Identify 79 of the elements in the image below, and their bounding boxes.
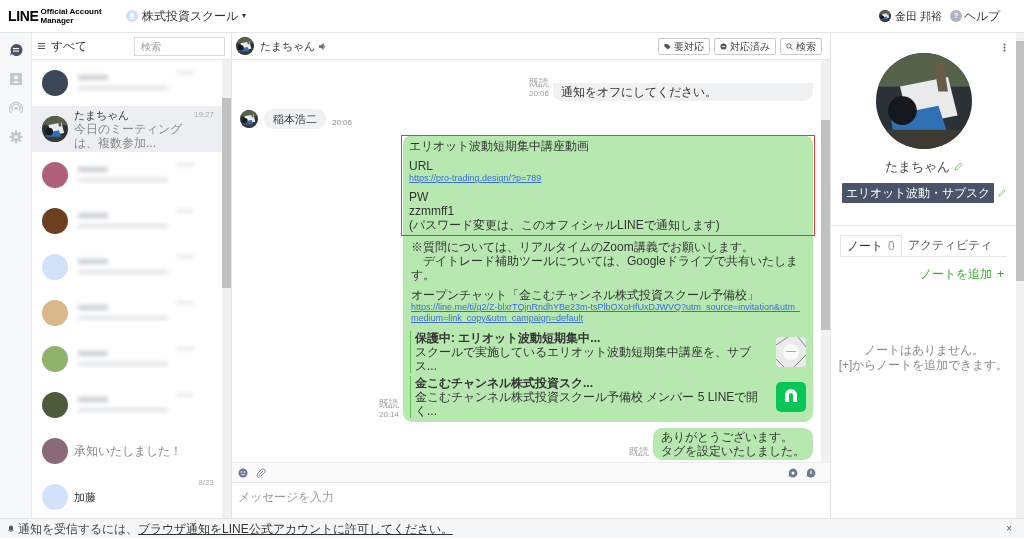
message-text: URL: [409, 158, 433, 173]
sender-avatar: [240, 109, 258, 128]
message-preview: 承知いたしました！: [74, 444, 183, 458]
status-button[interactable]: 要対応: [658, 37, 710, 55]
message-text: 通知をオフにしてください。: [561, 84, 717, 99]
chat-bubble-icon: [720, 42, 727, 50]
tab[interactable]: ノート 0: [840, 234, 902, 256]
message-bubble: 稲本浩二: [264, 108, 326, 129]
profile-name: たまちゃん: [884, 158, 950, 176]
link-card-description: スクールで実施しているエリオット波動短期集中講座を、サブス...: [415, 345, 752, 373]
settings-icon[interactable]: [8, 130, 23, 144]
time-label: 20:14: [378, 410, 399, 420]
user-name[interactable]: 金田 邦裕: [894, 7, 942, 25]
chat-title: たまちゃん: [260, 38, 315, 54]
search-button[interactable]: 検索: [780, 37, 822, 55]
contacts-icon[interactable]: [8, 72, 23, 86]
search-field[interactable]: 検索: [134, 36, 225, 56]
message-text: オープンチャット「金こむチャンネル株式投資スクール予備校」: [411, 287, 759, 302]
read-label: 既読: [379, 398, 399, 410]
tag-label[interactable]: エリオット波動・サブスク: [841, 182, 994, 203]
tab[interactable]: アクティビティ: [901, 234, 998, 256]
search-icon: [786, 42, 793, 50]
notice-text: 通知を受信するには、ブラウザ通知をLINE公式アカウントに許可してください。: [18, 520, 453, 538]
notice-link[interactable]: ブラウザ通知をLINE公式アカウントに許可してください。: [138, 521, 453, 536]
time-label: 20:06: [332, 117, 353, 129]
message-text: デイトレード補助ツールについては、Googleドライブで共有いたします。: [411, 254, 799, 282]
message-text: zzmmff1: [409, 204, 455, 218]
broadcast-icon[interactable]: [8, 101, 23, 115]
message-text: PW: [409, 189, 429, 204]
emoji-icon: [238, 467, 248, 478]
close-button[interactable]: ×: [1006, 521, 1012, 536]
link-card-title[interactable]: 保護中: エリオット波動短期集中...: [415, 331, 601, 345]
caret-icon[interactable]: ▾: [241, 10, 246, 22]
user-avatar: [878, 10, 891, 22]
status-button[interactable]: 対応済み: [714, 37, 776, 55]
time-label: 8/23: [198, 477, 214, 489]
contact-avatar: [42, 116, 68, 142]
more-icon: [1003, 43, 1006, 52]
edit-icon: [953, 162, 963, 172]
open-chat-icon: [776, 382, 806, 412]
speaker-icon: [319, 42, 326, 50]
account-name[interactable]: 株式投資スクール: [141, 7, 238, 25]
filter-dropdown[interactable]: すべて: [38, 37, 126, 55]
contact-name: 加藤: [74, 490, 97, 504]
message-text: エリオット波動短期集中講座動画: [409, 139, 589, 153]
empty-message: [+]からノートを追加できます。: [838, 357, 1009, 373]
time-label: 20:06: [528, 88, 549, 99]
help-link[interactable]: ヘルプ: [964, 7, 1000, 25]
tag-icon: [664, 42, 671, 50]
logo-subtitle: Official Account Manager: [40, 7, 103, 25]
message-text: ありがとうございます。: [661, 430, 793, 444]
message-link[interactable]: https://pro-trading.design/?p=789: [409, 173, 542, 184]
chat-bubble-icon: [788, 467, 798, 478]
edit-icon: [997, 188, 1006, 197]
scrollbar-thumb[interactable]: [821, 120, 830, 330]
read-label: 既読: [529, 76, 549, 89]
logo-text: LINE: [8, 9, 39, 23]
read-label: 既読: [629, 446, 649, 458]
thumbnail-drawing: [776, 337, 806, 367]
message-preview: 今日のミーティングは、複数参加...: [74, 121, 183, 150]
message-link[interactable]: https://line.me/ti/g2/Z-blxrTQjnRndhYBe23m-tsPlbOXoHfUxDJWVQ?utm_source=invitation&utm_medium=link_copy&utm_campaign=default: [411, 302, 805, 324]
message-text: タグを設定いたしました。: [661, 444, 805, 458]
link-card-title[interactable]: 金こむチャンネル株式投資スク...: [415, 376, 593, 390]
time-label: 19:27: [193, 109, 214, 121]
message-text: (パスワード変更は、このオフィシャルLINEで通知します): [409, 218, 720, 232]
menu-icon: [38, 43, 45, 49]
chat-icon[interactable]: [8, 43, 23, 57]
link-card-description: 金こむチャンネル株式投資スクール予備校 メンバー 5 LINEで開く...: [415, 390, 760, 418]
bell-icon: [8, 525, 14, 532]
attachment-icon: [256, 467, 266, 478]
chat-bubble-icon: [806, 467, 816, 478]
contact-name: たまちゃん: [74, 108, 129, 122]
contact-avatar: [236, 37, 254, 55]
scrollbar-thumb[interactable]: [1016, 41, 1024, 281]
account-icon: [125, 10, 138, 22]
scrollbar-thumb[interactable]: [222, 98, 231, 288]
message-text: ※質問については、リアルタイムのZoom講義でお願いします。: [411, 240, 754, 254]
empty-message: ノートはありません。: [863, 342, 984, 358]
chat-list-item[interactable]: たまちゃん 今日のミーティングは、複数参加... 19:27: [32, 106, 222, 152]
